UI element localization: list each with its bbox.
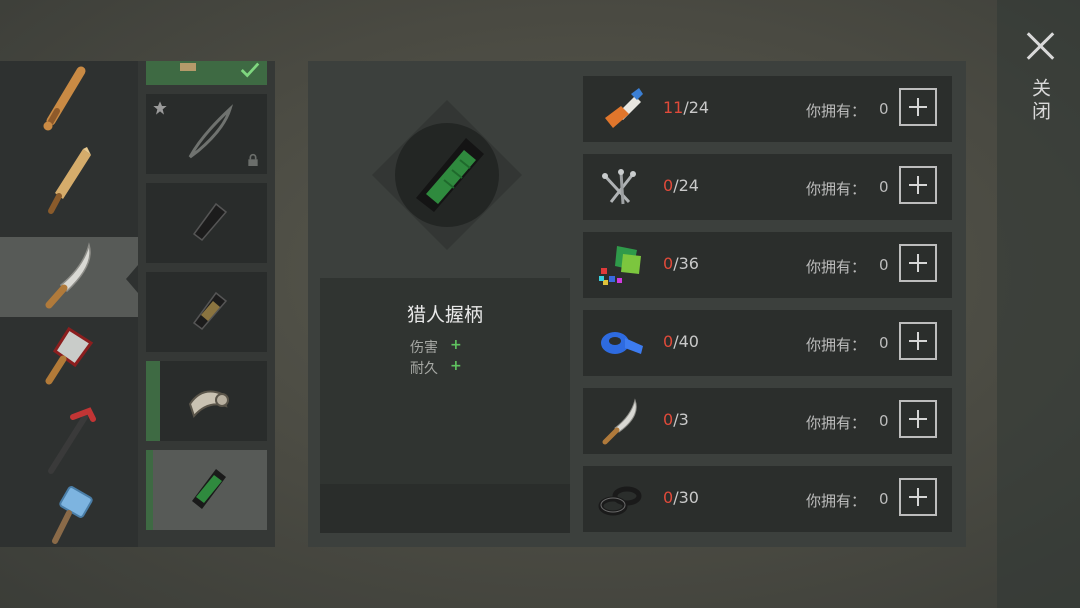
- material-row-glue: 11/24 你拥有： 0: [583, 76, 952, 142]
- material-row-washers: 0/30 你拥有： 0: [583, 466, 952, 532]
- material-have: 0: [663, 488, 674, 507]
- guard-handle-icon: [188, 390, 229, 418]
- owned-value: 0: [879, 334, 889, 352]
- part-slot-hunter-grip[interactable]: [146, 450, 267, 530]
- owned-value: 0: [879, 178, 889, 196]
- material-row-tape: 0/40 你拥有： 0: [583, 310, 952, 376]
- add-material-button[interactable]: [899, 88, 937, 126]
- owned-value: 0: [879, 256, 889, 274]
- blade-tip-icon: [188, 104, 233, 159]
- stat-label: 伤害: [410, 340, 438, 356]
- plastic-scraps-icon: [599, 246, 641, 285]
- owned-label: 你拥有：: [806, 414, 867, 432]
- hammer-icon: [52, 486, 93, 544]
- close-icon[interactable]: [1025, 30, 1057, 62]
- machete-icon: [602, 398, 637, 445]
- crowbar-icon: [48, 407, 96, 474]
- lock-icon: [248, 153, 258, 166]
- add-material-button[interactable]: [899, 166, 937, 204]
- baseball-bat-icon: [43, 66, 86, 131]
- weapon-slot-cleaver[interactable]: [0, 319, 138, 399]
- material-need: /40: [673, 332, 699, 351]
- hunter-grip-icon: [191, 469, 226, 509]
- close-button[interactable]: 关闭: [1028, 78, 1054, 124]
- weapon-list: [0, 61, 138, 547]
- part-slot-completed[interactable]: [146, 61, 267, 85]
- material-need: /24: [673, 176, 699, 195]
- selection-pointer: [126, 265, 138, 293]
- stat-damage: 伤害 +: [410, 337, 490, 357]
- weapon-slot-plank[interactable]: [0, 141, 138, 221]
- star-icon: [153, 101, 167, 115]
- black-handle-icon: [192, 202, 227, 242]
- cleaver-icon: [45, 326, 94, 385]
- weapon-slot-crowbar[interactable]: [0, 401, 138, 481]
- machete-icon: [45, 242, 91, 309]
- owned-label: 你拥有：: [806, 180, 867, 198]
- wrapped-handle-icon: [192, 291, 227, 331]
- tape-icon: [601, 332, 643, 354]
- owned-value: 0: [879, 490, 889, 508]
- weapon-slot-hammer[interactable]: [0, 481, 138, 547]
- checkmark-icon: [240, 62, 260, 78]
- stat-value: +: [450, 337, 462, 353]
- stat-durability: 耐久 +: [410, 358, 490, 378]
- upgrade-parts-list: [138, 61, 275, 547]
- material-have: 0: [663, 410, 674, 429]
- installed-indicator: [146, 361, 160, 441]
- owned-label: 你拥有：: [806, 336, 867, 354]
- material-have: 11: [663, 98, 684, 117]
- owned-label: 你拥有：: [806, 258, 867, 276]
- owned-value: 0: [879, 412, 889, 430]
- material-need: /36: [673, 254, 699, 273]
- washers-icon: [598, 486, 642, 516]
- part-slot-wrapped-handle[interactable]: [146, 272, 267, 352]
- glue-icon: [605, 88, 643, 128]
- material-row-plastic: 0/36 你拥有： 0: [583, 232, 952, 298]
- add-material-button[interactable]: [899, 322, 937, 360]
- owned-label: 你拥有：: [806, 492, 867, 510]
- material-need: /30: [673, 488, 699, 507]
- selected-indicator: [146, 450, 153, 530]
- part-name: 猎人握柄: [406, 304, 483, 326]
- add-material-button[interactable]: [899, 244, 937, 282]
- part-slot-blade-tip[interactable]: [146, 94, 267, 174]
- nails-icon: [602, 169, 636, 205]
- material-row-machete: 0/3 你拥有： 0: [583, 388, 952, 454]
- weapon-slot-machete[interactable]: [0, 237, 138, 317]
- part-detail-footer: [320, 484, 570, 533]
- material-have: 0: [663, 254, 674, 273]
- part-preview: [372, 100, 522, 250]
- plank-icon: [48, 147, 91, 214]
- add-material-button[interactable]: [899, 478, 937, 516]
- spike-part-icon: [180, 63, 196, 71]
- add-material-button[interactable]: [899, 400, 937, 438]
- part-slot-black-handle[interactable]: [146, 183, 267, 263]
- material-need: /3: [673, 410, 689, 429]
- part-slot-guard-handle[interactable]: [146, 361, 267, 441]
- weapon-slot-baseball-bat[interactable]: [0, 61, 138, 139]
- stat-value: +: [450, 358, 462, 374]
- material-have: 0: [663, 176, 674, 195]
- owned-value: 0: [879, 100, 889, 118]
- stat-label: 耐久: [410, 361, 438, 377]
- material-need: /24: [683, 98, 710, 117]
- owned-label: 你拥有：: [806, 102, 867, 120]
- material-have: 0: [663, 332, 674, 351]
- material-row-nails: 0/24 你拥有： 0: [583, 154, 952, 220]
